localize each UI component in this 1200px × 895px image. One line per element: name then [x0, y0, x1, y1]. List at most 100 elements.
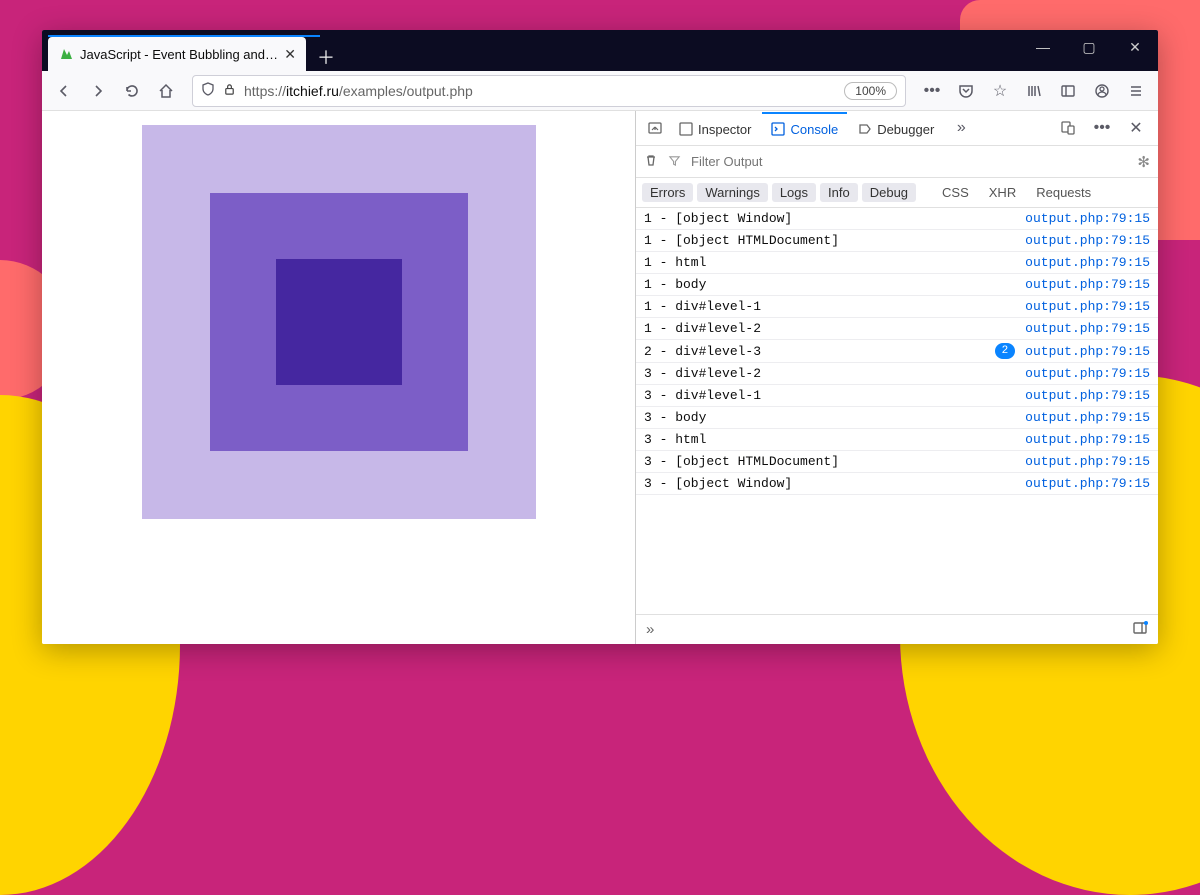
close-icon[interactable]: ✕ [284, 46, 296, 63]
account-icon[interactable] [1086, 75, 1118, 107]
log-message: 3 - body [644, 410, 1015, 425]
zoom-badge[interactable]: 100% [844, 82, 897, 100]
level-1-box[interactable] [142, 125, 536, 519]
cat-css[interactable]: CSS [934, 183, 977, 202]
log-message: 3 - div#level-2 [644, 366, 1015, 381]
devtools-menu-icon[interactable]: ••• [1086, 112, 1118, 144]
cat-errors[interactable]: Errors [642, 183, 693, 202]
close-window-button[interactable]: ✕ [1112, 30, 1158, 64]
console-log-row[interactable]: 1 - [object Window] output.php:79:15 [636, 208, 1158, 230]
page-viewport [42, 111, 635, 644]
favicon-icon [58, 46, 74, 62]
console-log-row[interactable]: 1 - [object HTMLDocument] output.php:79:1… [636, 230, 1158, 252]
console-log-row[interactable]: 1 - body output.php:79:15 [636, 274, 1158, 296]
log-message: 3 - div#level-1 [644, 388, 1015, 403]
tab-bar: JavaScript - Event Bubbling and Capturin… [42, 30, 1158, 71]
log-message: 1 - div#level-2 [644, 321, 1015, 336]
shield-icon[interactable] [201, 82, 215, 99]
cat-debug[interactable]: Debug [862, 183, 916, 202]
log-source-link[interactable]: output.php:79:15 [1025, 432, 1150, 447]
log-source-link[interactable]: output.php:79:15 [1025, 366, 1150, 381]
cat-warnings[interactable]: Warnings [697, 183, 767, 202]
tab-debugger[interactable]: Debugger [849, 112, 943, 145]
new-tab-button[interactable]: ＋ [312, 43, 340, 71]
log-source-link[interactable]: output.php:79:15 [1025, 454, 1150, 469]
log-source-link[interactable]: output.php:79:15 [1025, 321, 1150, 336]
browser-window: JavaScript - Event Bubbling and Capturin… [42, 30, 1158, 644]
bookmark-icon[interactable]: ☆ [984, 75, 1016, 107]
funnel-icon [668, 154, 681, 170]
cat-xhr[interactable]: XHR [981, 183, 1024, 202]
log-source-link[interactable]: output.php:79:15 [1025, 233, 1150, 248]
browser-tab[interactable]: JavaScript - Event Bubbling and Capturin… [48, 37, 306, 71]
forward-button[interactable] [82, 75, 114, 107]
console-log-row[interactable]: 1 - div#level-2 output.php:79:15 [636, 318, 1158, 340]
log-source-link[interactable]: output.php:79:15 [1025, 410, 1150, 425]
settings-icon[interactable]: ✻ [1137, 153, 1150, 171]
log-source-link[interactable]: output.php:79:15 [1025, 344, 1150, 359]
log-source-link[interactable]: output.php:79:15 [1025, 476, 1150, 491]
console-log-row[interactable]: 3 - [object Window] output.php:79:15 [636, 473, 1158, 495]
tab-console-label: Console [790, 122, 838, 137]
log-message: 1 - [object Window] [644, 211, 1015, 226]
console-log-row[interactable]: 3 - [object HTMLDocument] output.php:79:1… [636, 451, 1158, 473]
devtools-close-icon[interactable]: ✕ [1120, 112, 1152, 144]
console-icon [771, 122, 785, 136]
pocket-icon[interactable] [950, 75, 982, 107]
url-protocol: https:// [244, 83, 286, 99]
cat-info[interactable]: Info [820, 183, 858, 202]
back-button[interactable] [48, 75, 80, 107]
cat-logs[interactable]: Logs [772, 183, 816, 202]
log-source-link[interactable]: output.php:79:15 [1025, 299, 1150, 314]
log-message: 1 - body [644, 277, 1015, 292]
library-icon[interactable] [1018, 75, 1050, 107]
log-message: 1 - div#level-1 [644, 299, 1015, 314]
url-text: https://itchief.ru/examples/output.php [244, 83, 836, 99]
split-console-icon[interactable] [1132, 620, 1148, 640]
sidebar-icon[interactable] [1052, 75, 1084, 107]
url-domain: itchief.ru [286, 83, 339, 99]
log-count-badge: 2 [995, 343, 1016, 359]
console-log-row[interactable]: 3 - div#level-2 output.php:79:15 [636, 363, 1158, 385]
log-message: 3 - [object HTMLDocument] [644, 454, 1015, 469]
filter-input[interactable] [691, 151, 1127, 173]
minimize-button[interactable]: — [1020, 30, 1066, 64]
trash-icon[interactable] [644, 153, 658, 170]
log-source-link[interactable]: output.php:79:15 [1025, 388, 1150, 403]
dock-icon[interactable] [642, 112, 668, 144]
log-message: 3 - html [644, 432, 1015, 447]
home-button[interactable] [150, 75, 182, 107]
log-message: 1 - html [644, 255, 1015, 270]
url-bar[interactable]: https://itchief.ru/examples/output.php 1… [192, 75, 906, 107]
tab-loading-bar [48, 35, 320, 37]
devtools-panel: Inspector Console Debugger » [635, 111, 1158, 644]
more-icon[interactable]: ••• [916, 75, 948, 107]
console-log-row[interactable]: 3 - body output.php:79:15 [636, 407, 1158, 429]
console-log-row[interactable]: 2 - div#level-32output.php:79:15 [636, 340, 1158, 363]
menu-button[interactable] [1120, 75, 1152, 107]
level-3-box[interactable] [276, 259, 402, 385]
console-input-bar[interactable]: » [636, 614, 1158, 644]
log-source-link[interactable]: output.php:79:15 [1025, 255, 1150, 270]
tabs-overflow-icon[interactable]: » [945, 112, 977, 144]
log-message: 3 - [object Window] [644, 476, 1015, 491]
log-message: 1 - [object HTMLDocument] [644, 233, 1015, 248]
console-output: 1 - [object Window]output.php:79:151 - [… [636, 208, 1158, 614]
nav-toolbar: https://itchief.ru/examples/output.php 1… [42, 71, 1158, 111]
responsive-mode-icon[interactable] [1052, 112, 1084, 144]
console-log-row[interactable]: 1 - html output.php:79:15 [636, 252, 1158, 274]
reload-button[interactable] [116, 75, 148, 107]
tab-console[interactable]: Console [762, 112, 847, 145]
console-log-row[interactable]: 3 - html output.php:79:15 [636, 429, 1158, 451]
level-2-box[interactable] [210, 193, 468, 451]
tab-inspector[interactable]: Inspector [670, 112, 760, 145]
url-path: /examples/output.php [339, 83, 473, 99]
log-source-link[interactable]: output.php:79:15 [1025, 211, 1150, 226]
devtools-tabs: Inspector Console Debugger » [636, 111, 1158, 146]
cat-requests[interactable]: Requests [1028, 183, 1099, 202]
lock-icon[interactable] [223, 83, 236, 99]
console-log-row[interactable]: 1 - div#level-1 output.php:79:15 [636, 296, 1158, 318]
console-log-row[interactable]: 3 - div#level-1 output.php:79:15 [636, 385, 1158, 407]
maximize-button[interactable]: ▢ [1066, 30, 1112, 64]
log-source-link[interactable]: output.php:79:15 [1025, 277, 1150, 292]
